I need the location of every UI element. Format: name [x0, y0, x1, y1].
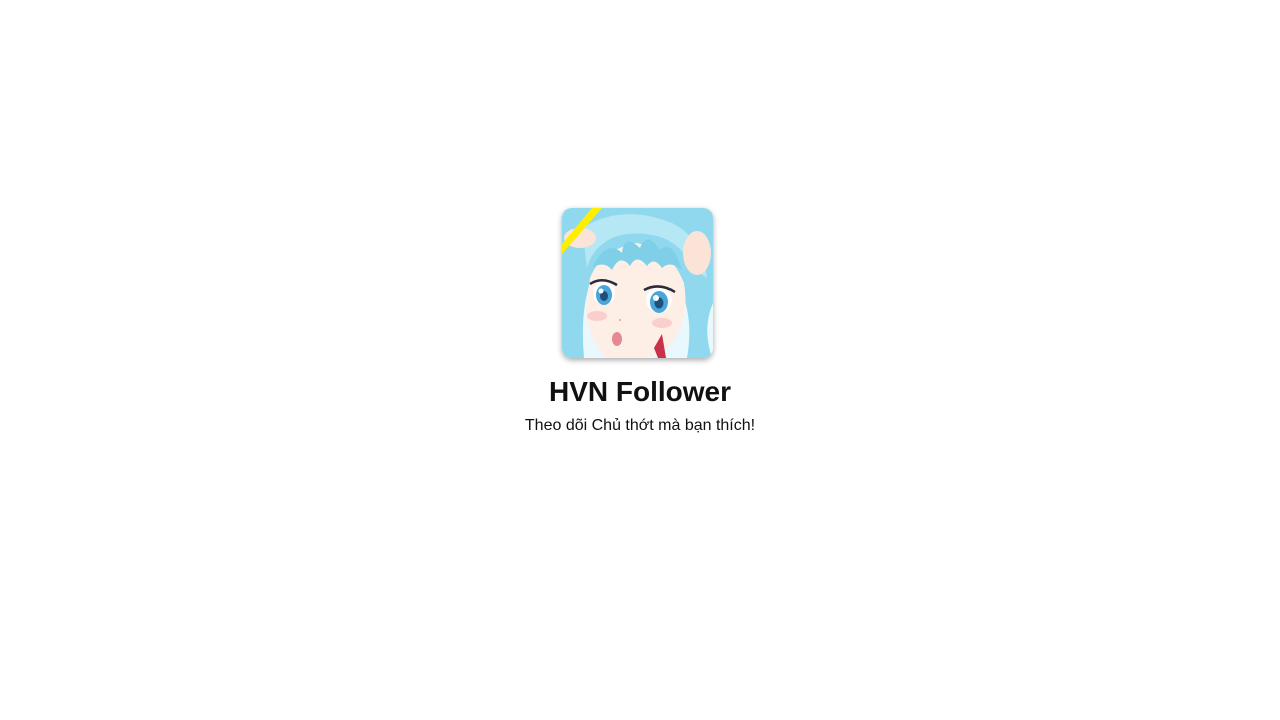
splash-screen: HVN Follower Theo dõi Chủ thớt mà bạn th…	[0, 0, 1280, 720]
app-logo-icon	[562, 208, 713, 358]
app-title: HVN Follower	[548, 376, 731, 407]
app-subtitle: Theo dõi Chủ thớt mà bạn thích!	[524, 417, 756, 434]
